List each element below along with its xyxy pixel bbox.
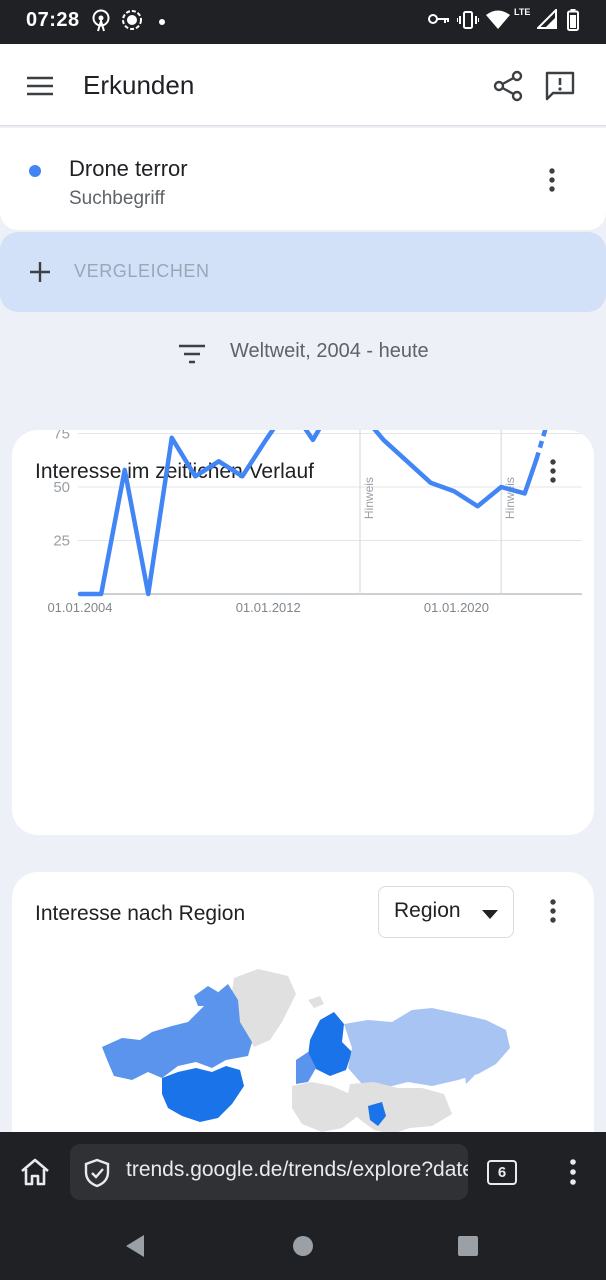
menu-icon[interactable] [18, 66, 62, 106]
recents-icon[interactable] [453, 1232, 483, 1260]
status-time: 07:28 [26, 9, 80, 31]
x-tick-label: 01.01.2020 [424, 600, 489, 615]
y-tick-label: 25 [53, 533, 70, 550]
vpn-key-icon [428, 12, 450, 31]
content-area[interactable]: Drone terror Suchbegriff VERGLEICHEN Wel… [0, 126, 606, 1132]
interest-line-chart: 100755025HinweisHinweis01.01.200401.01.2… [47, 430, 582, 615]
tab-count-button[interactable]: 6 [487, 1160, 517, 1185]
x-tick-label: 01.01.2012 [236, 600, 301, 615]
search-term-type: Suchbegriff [69, 188, 165, 209]
plus-icon [28, 260, 52, 284]
interest-by-region-card: Interesse nach Region Region [12, 872, 594, 1132]
filter-label: Weltweit, 2004 - heute [230, 340, 429, 362]
y-tick-label: 50 [53, 479, 70, 496]
y-tick-label: 75 [53, 430, 70, 443]
security-shield-icon[interactable] [84, 1158, 110, 1193]
compare-label: VERGLEICHEN [74, 261, 210, 281]
network-type: LTE [514, 7, 531, 17]
wifi-icon [486, 10, 510, 35]
term-color-dot [29, 165, 41, 177]
home-icon[interactable] [14, 1152, 56, 1192]
url-bar[interactable]: trends.google.de/trends/explore?date=all… [70, 1144, 468, 1200]
series-partial-line [534, 430, 548, 460]
feedback-icon[interactable] [538, 64, 582, 108]
cell-signal-icon [535, 7, 557, 34]
back-icon[interactable] [118, 1232, 152, 1260]
search-term-name: Drone terror [69, 156, 188, 181]
share-icon[interactable] [486, 64, 530, 108]
annotation-label: Hinweis [503, 477, 517, 519]
annotation-label: Hinweis [362, 477, 376, 519]
compare-button[interactable]: VERGLEICHEN [0, 232, 606, 312]
filter-bar[interactable]: Weltweit, 2004 - heute [0, 324, 606, 384]
interest-over-time-card: Interesse im zeitlichen Verlauf 10075502… [12, 430, 594, 835]
x-tick-label: 01.01.2004 [47, 600, 112, 615]
vibrate-icon [456, 10, 480, 35]
notification-dot-icon [158, 13, 166, 31]
term-more-icon[interactable] [536, 162, 568, 198]
series-line [77, 430, 539, 597]
signal-messenger-icon [121, 9, 143, 36]
search-term-card[interactable]: Drone terror Suchbegriff [0, 128, 606, 230]
podcast-icon [91, 9, 111, 38]
status-bar: 07:28 LTE [0, 0, 606, 44]
world-map[interactable] [12, 872, 594, 1132]
page-title: Erkunden [83, 70, 195, 100]
app-bar: Erkunden [0, 44, 606, 126]
filter-icon [177, 342, 207, 366]
home-circle-icon[interactable] [288, 1232, 318, 1260]
battery-icon [567, 9, 579, 36]
url-text[interactable]: trends.google.de/trends/explore?date=all… [126, 1158, 468, 1182]
overflow-menu-icon[interactable] [558, 1156, 588, 1188]
browser-bottom-bar: trends.google.de/trends/explore?date=all… [0, 1132, 606, 1212]
system-nav-bar [0, 1212, 606, 1280]
